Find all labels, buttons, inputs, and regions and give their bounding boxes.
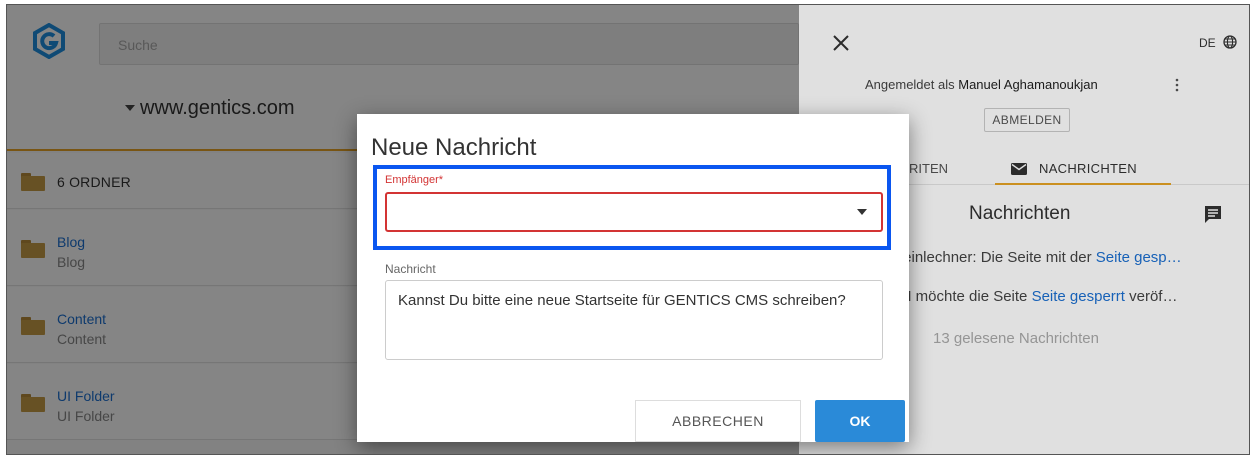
- message-label: Nachricht: [385, 262, 436, 276]
- dialog-title: Neue Nachricht: [371, 134, 537, 161]
- ok-button[interactable]: OK: [815, 400, 905, 442]
- recipient-select[interactable]: [385, 192, 883, 232]
- caret-down-icon: [857, 209, 867, 215]
- new-message-dialog: Neue Nachricht Empfänger* Nachricht Kann…: [357, 114, 909, 442]
- app-window: Suche www.gentics.com 6 ORDNER Blog Blog…: [6, 4, 1250, 455]
- cancel-button[interactable]: ABBRECHEN: [635, 400, 801, 442]
- message-textarea[interactable]: Kannst Du bitte eine neue Startseite für…: [385, 280, 883, 360]
- recipient-label: Empfänger*: [385, 174, 444, 186]
